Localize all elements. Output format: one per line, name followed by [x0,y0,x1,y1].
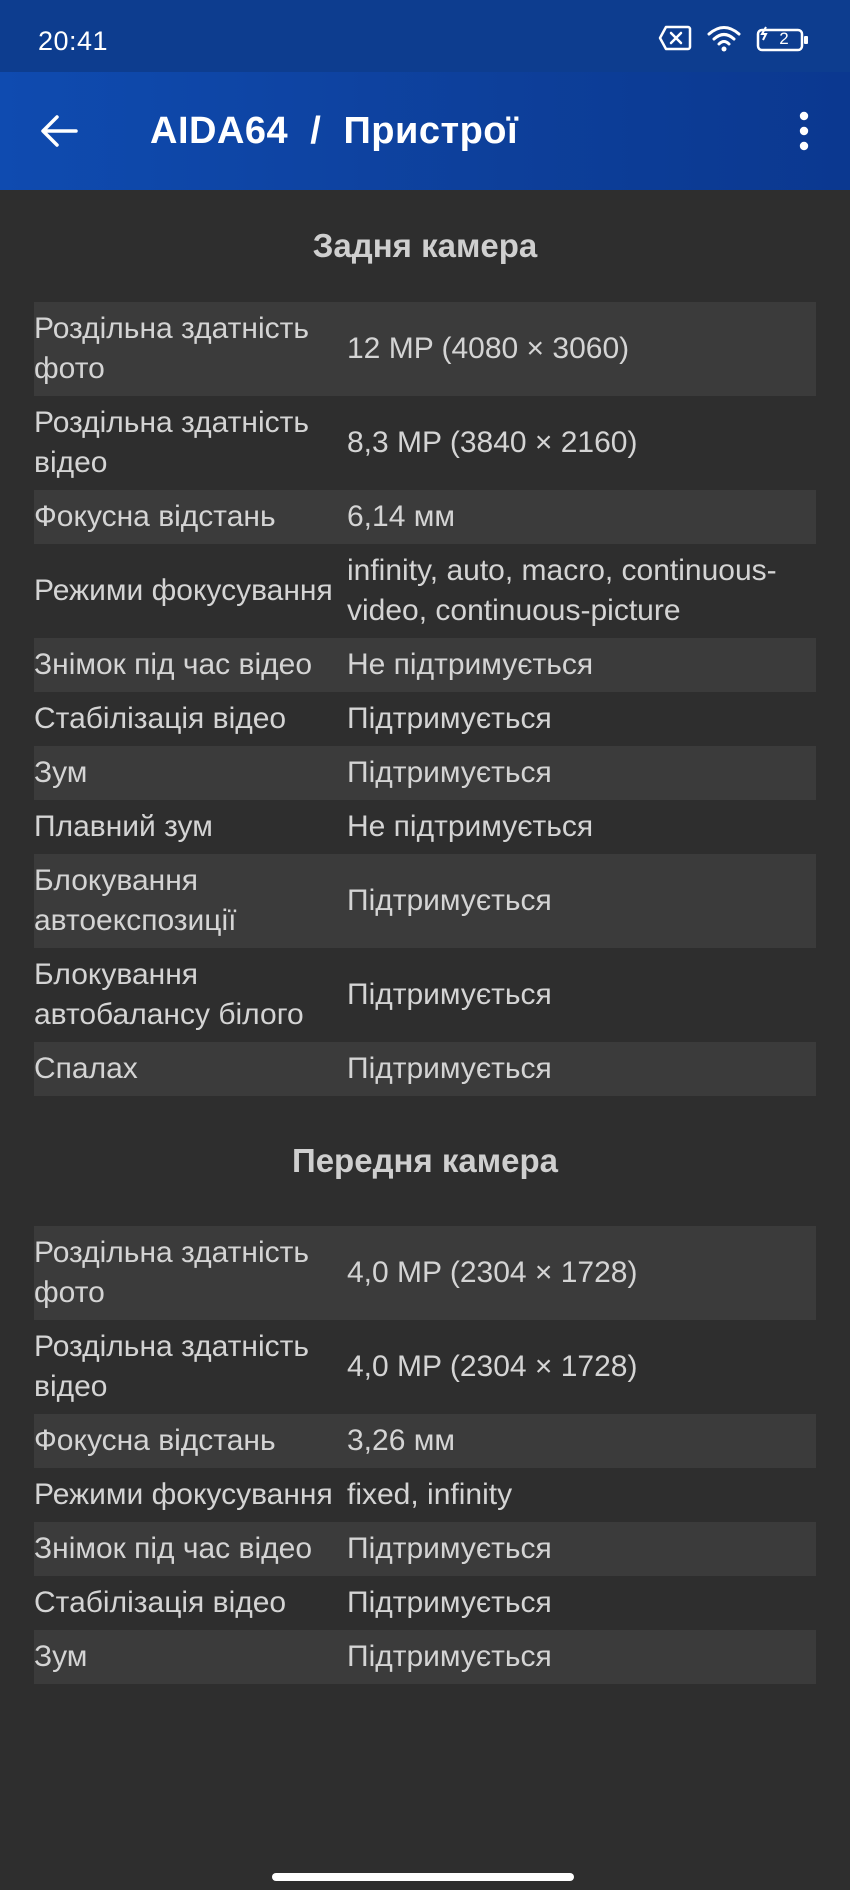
info-row[interactable]: Фокусна відстань 6,14 мм [34,490,816,544]
status-bar: 20:41 2 [0,0,850,72]
info-label: Знімок під час відео [34,1532,312,1565]
info-row[interactable]: Зум Підтримується [34,746,816,800]
page-title: AIDA64 / Пристрої [150,110,519,152]
info-row[interactable]: Роздільна здатність фото 4,0 MP (2304 × 1… [34,1226,816,1320]
info-value: 12 MP (4080 × 3060) [347,332,630,365]
info-value: infinity, auto, macro, continuous-video,… [347,554,777,627]
info-label: Стабілізація відео [34,702,287,735]
home-indicator[interactable] [272,1873,574,1881]
info-value: Не підтримується [347,810,594,843]
info-label: Спалах [34,1052,138,1085]
info-label: Фокусна відстань [34,1424,276,1457]
info-label: Плавний зум [34,810,213,843]
info-row[interactable]: Блокування автоекспозиції Підтримується [34,854,816,948]
info-row[interactable]: Роздільна здатність відео 8,3 MP (3840 × … [34,396,816,490]
info-row[interactable]: Стабілізація відео Підтримується [34,1576,816,1630]
battery-icon: 2 [756,26,810,54]
info-value: Підтримується [347,756,552,789]
section-title: Задня камера [312,227,538,264]
info-value: 8,3 MP (3840 × 2160) [347,426,638,459]
arrow-left-icon [41,115,78,147]
more-vert-icon [799,111,809,151]
section-title: Передня камера [291,1142,559,1179]
info-label: Стабілізація відео [34,1586,287,1619]
info-row[interactable]: Плавний зум Не підтримується [34,800,816,854]
info-row[interactable]: Спалах Підтримується [34,1042,816,1096]
app-bar: AIDA64 / Пристрої [0,72,850,190]
info-value: Підтримується [347,1052,552,1085]
info-label: Режими фокусування [34,1478,333,1511]
info-value: Підтримується [347,1586,552,1619]
info-row[interactable]: Роздільна здатність фото 12 MP (4080 × 30… [34,302,816,396]
info-value: Підтримується [347,1532,552,1565]
status-icons: 2 [658,24,810,56]
info-label: Режими фокусування [34,574,333,607]
info-label: Роздільна здатність фото [34,1236,309,1309]
device-info-list[interactable]: Задня камера Роздільна здатність фото 12 M… [0,190,850,1822]
status-time: 20:41 [38,26,109,56]
info-label: Роздільна здатність відео [34,406,309,479]
overflow-menu-button[interactable] [780,102,828,160]
info-label: Фокусна відстань [34,500,276,533]
info-label: Роздільна здатність відео [34,1330,309,1403]
info-value: Підтримується [347,702,552,735]
back-button[interactable] [30,102,88,160]
info-row[interactable]: Зум Підтримується [34,1630,816,1684]
info-row[interactable]: Режими фокусування fixed, infinity [34,1468,816,1522]
wifi-icon [706,24,742,57]
info-value: 6,14 мм [347,500,455,533]
info-value: 3,26 мм [347,1424,455,1457]
info-value: Підтримується [347,1640,552,1673]
info-label: Роздільна здатність фото [34,312,309,385]
info-label: Блокування автобалансу білого [34,958,304,1031]
info-row[interactable]: Блокування автобалансу білого Підтримуєть… [34,948,816,1042]
info-value: Підтримується [347,884,552,917]
info-value: Не підтримується [347,648,594,681]
info-row[interactable]: Стабілізація відео Підтримується [34,692,816,746]
info-value: 4,0 MP (2304 × 1728) [347,1350,638,1383]
info-label: Знімок під час відео [34,648,312,681]
info-label: Зум [34,1640,88,1673]
info-row[interactable]: Фокусна відстань 3,26 мм [34,1414,816,1468]
info-value: 4,0 MP (2304 × 1728) [347,1256,638,1289]
battery-level-text: 2 [779,29,789,48]
info-label: Блокування автоекспозиції [34,864,237,937]
info-value: Підтримується [347,978,552,1011]
info-label: Зум [34,756,88,789]
info-row[interactable]: Роздільна здатність відео 4,0 MP (2304 × … [34,1320,816,1414]
info-value: fixed, infinity [347,1478,513,1511]
info-row[interactable]: Знімок під час відео Не підтримується [34,638,816,692]
info-row[interactable]: Знімок під час відео Підтримується [34,1522,816,1576]
sim-error-icon [658,25,692,56]
info-row[interactable]: Режими фокусування infinity, auto, macro,… [34,544,816,638]
